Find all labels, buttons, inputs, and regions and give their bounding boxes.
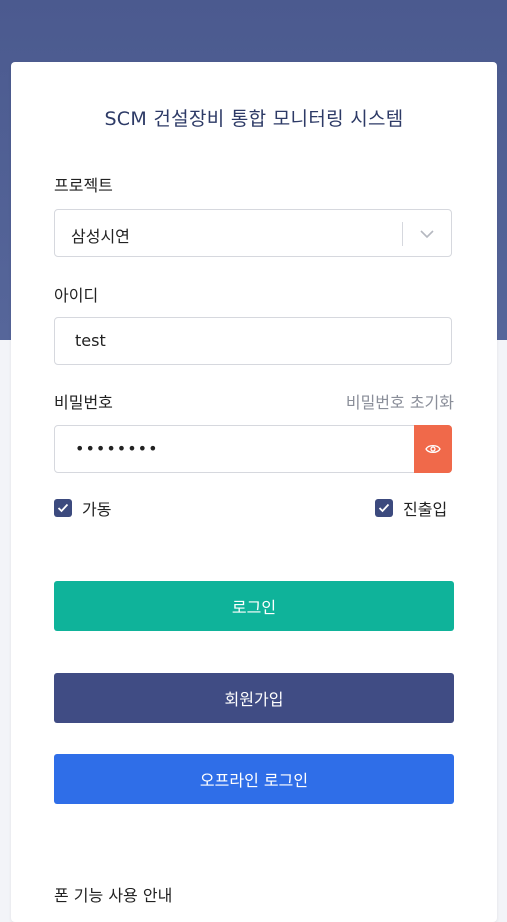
checkbox-operation-box[interactable] [54, 499, 72, 517]
login-button[interactable]: 로그인 [54, 581, 454, 631]
checkbox-entry-label: 진출입 [403, 500, 448, 519]
id-label: 아이디 [54, 286, 99, 305]
project-label: 프로젝트 [54, 176, 113, 195]
eye-icon [425, 444, 441, 454]
password-label: 비밀번호 [54, 393, 113, 412]
signup-button[interactable]: 회원가입 [54, 673, 454, 723]
password-input-value: •••••••• [75, 439, 159, 458]
project-select[interactable]: 삼성시연 [54, 209, 452, 257]
phone-guide-title: 폰 기능 사용 안내 [54, 886, 173, 905]
select-separator [402, 222, 403, 246]
id-input[interactable]: test [54, 317, 452, 365]
project-select-value: 삼성시연 [71, 227, 130, 246]
checkbox-entry-box[interactable] [375, 499, 393, 517]
checkbox-operation-label: 가동 [82, 500, 112, 519]
password-input[interactable]: •••••••• [54, 425, 452, 473]
check-icon [378, 503, 390, 513]
show-password-button[interactable] [414, 425, 452, 473]
id-input-value: test [75, 331, 106, 350]
checkbox-entry[interactable]: 진출입 [375, 496, 447, 520]
page-title: SCM 건설장비 통합 모니터링 시스템 [104, 108, 404, 130]
password-reset-link[interactable]: 비밀번호 초기화 [346, 389, 454, 413]
chevron-down-icon[interactable] [417, 224, 437, 244]
check-icon [57, 503, 69, 513]
login-card: SCM 건설장비 통합 모니터링 시스템 프로젝트 삼성시연 아이디 test … [11, 62, 497, 922]
checkbox-operation[interactable]: 가동 [54, 496, 111, 520]
offline-login-button[interactable]: 오프라인 로그인 [54, 754, 454, 804]
